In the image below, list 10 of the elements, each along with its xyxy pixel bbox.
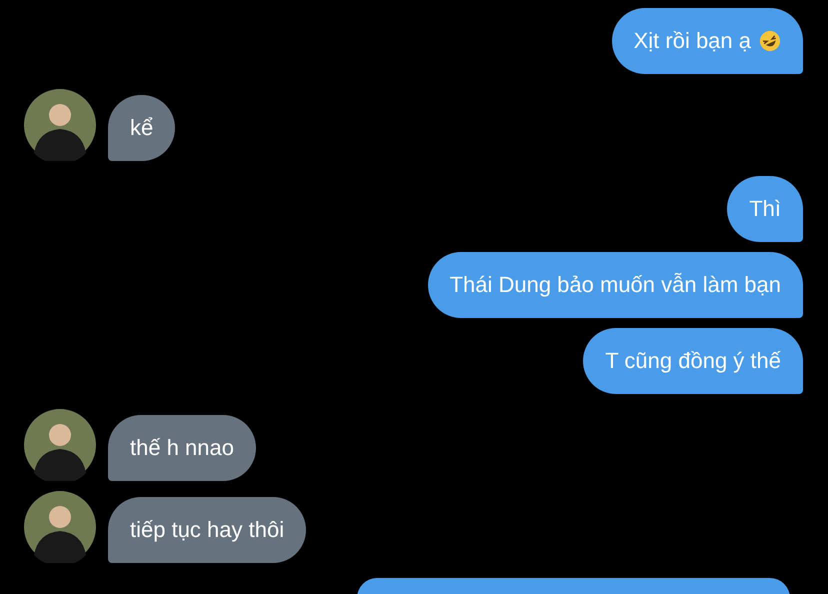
avatar xyxy=(24,89,96,161)
avatar xyxy=(24,409,96,481)
message-bubble: tiếp tục hay thôi xyxy=(108,497,306,563)
avatar xyxy=(24,491,96,563)
message-bubble: kể xyxy=(108,95,176,161)
message-bubble: Thái Dung bảo muốn vẫn làm bạn xyxy=(428,252,803,318)
message-bubble: Xịt rồi bạn ạ xyxy=(612,8,803,74)
message-bubble: thế h nnao xyxy=(108,415,256,481)
message-bubble: Thì xyxy=(727,176,803,242)
message-bubble: T cũng đồng ý thế xyxy=(583,328,803,394)
